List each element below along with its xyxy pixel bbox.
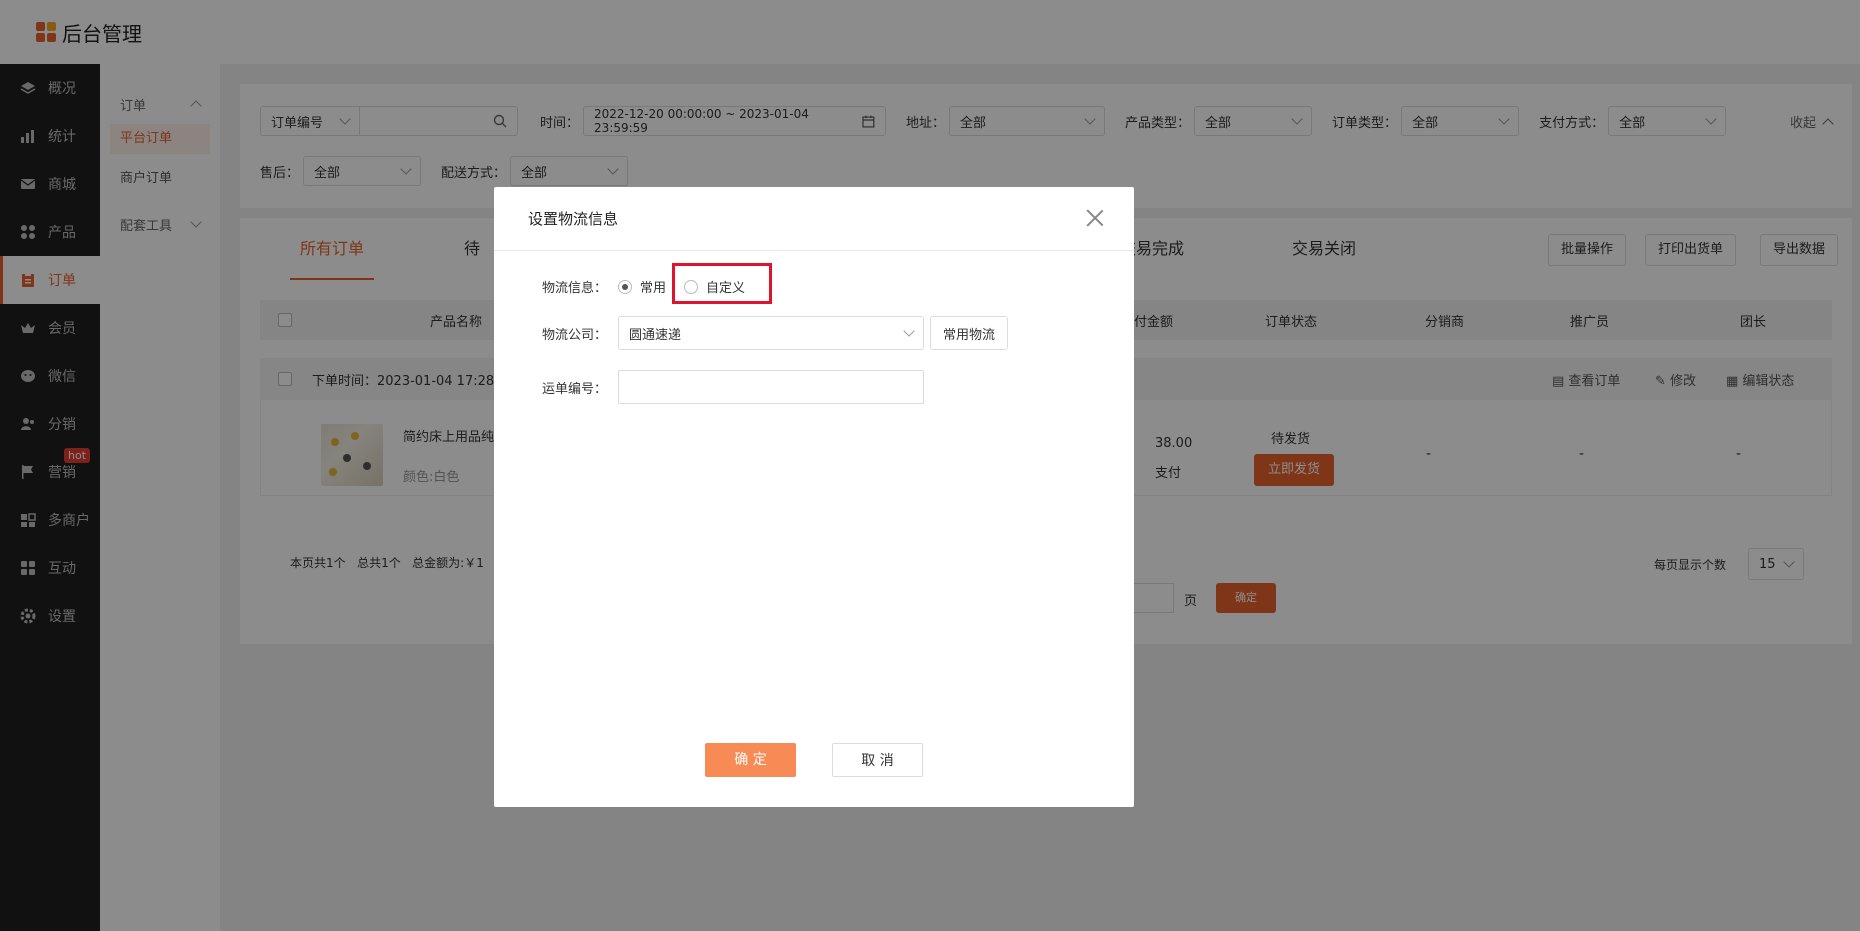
- close-icon[interactable]: [1086, 209, 1104, 227]
- logistics-dialog: 设置物流信息 物流信息： 常用 自定义 物流公司： 圆通速递 常用物流 运单编号…: [494, 187, 1134, 807]
- dialog-title: 设置物流信息: [528, 210, 619, 228]
- company-row: 物流公司： 圆通速递 常用物流: [542, 316, 1009, 350]
- tracking-number-input[interactable]: [618, 370, 924, 404]
- radio-common[interactable]: [618, 279, 632, 294]
- radio-common-label: 常用: [640, 281, 667, 296]
- dialog-header: 设置物流信息: [494, 187, 1134, 251]
- logistics-info-label: 物流信息：: [542, 281, 608, 296]
- highlight-box: [672, 263, 772, 304]
- common-logistics-button[interactable]: 常用物流: [930, 316, 1009, 350]
- tracking-label: 运单编号：: [542, 381, 608, 397]
- cancel-button[interactable]: 取 消: [832, 743, 923, 777]
- company-select[interactable]: 圆通速递: [618, 316, 924, 350]
- chevron-down-icon: [903, 325, 915, 337]
- confirm-button[interactable]: 确 定: [705, 743, 796, 777]
- tracking-row: 运单编号：: [542, 370, 924, 404]
- company-value: 圆通速递: [629, 327, 682, 343]
- company-label: 物流公司：: [542, 327, 608, 343]
